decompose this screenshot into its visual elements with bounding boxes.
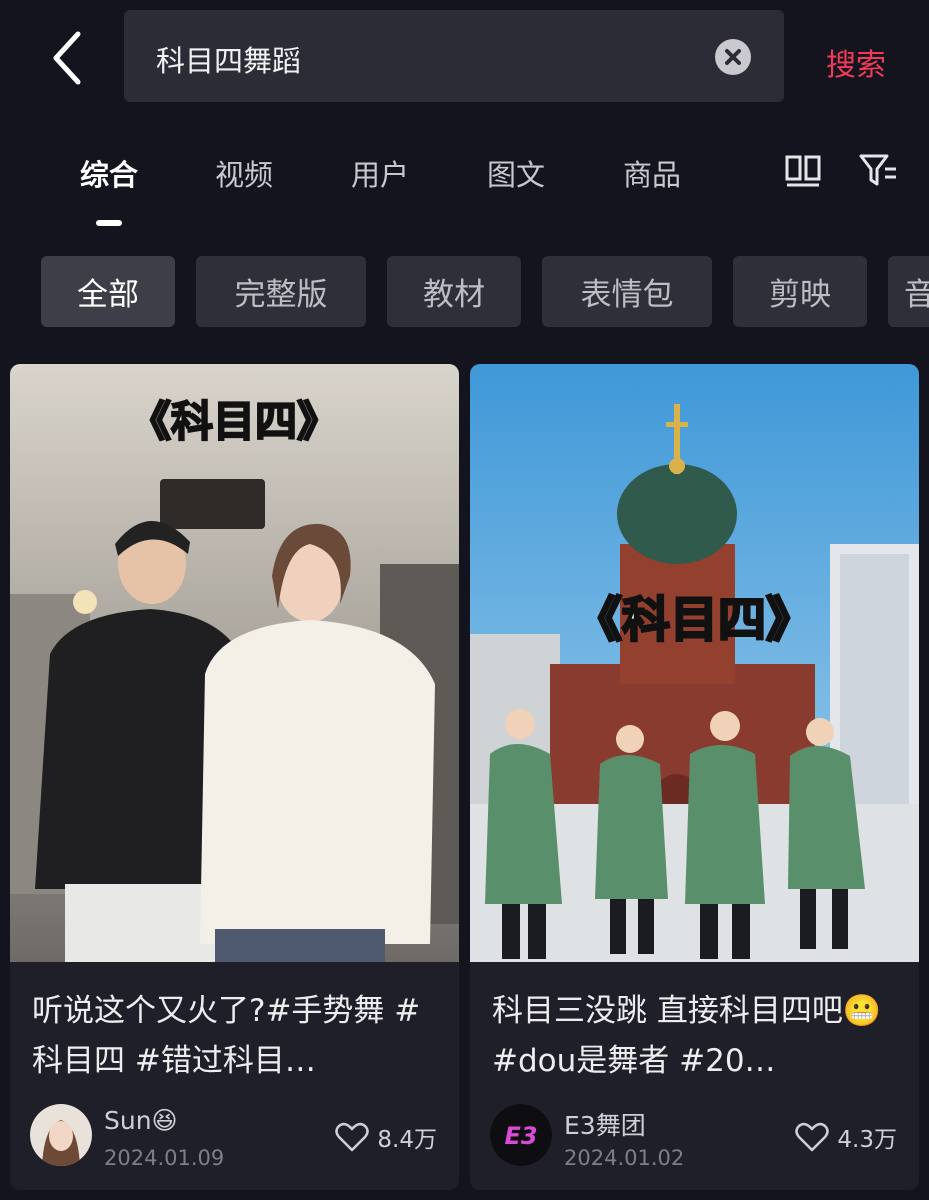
author-name[interactable]: E3舞团 — [564, 1106, 646, 1142]
like-count[interactable]: 8.4万 — [335, 1120, 437, 1154]
result-card[interactable]: 《科目四》 听说这个又火了?#手势舞 #科目四 #错过科目… Sun😆 2024… — [10, 364, 459, 1190]
avatar[interactable]: E3 — [490, 1104, 552, 1166]
post-date: 2024.01.02 — [564, 1146, 685, 1170]
like-count-value: 4.3万 — [837, 1127, 897, 1153]
video-thumbnail: 《科目四》 — [470, 364, 919, 962]
tab-images-text[interactable]: 图文 — [487, 152, 545, 194]
heart-icon — [335, 1122, 370, 1152]
search-input[interactable]: 科目四舞蹈 — [124, 10, 784, 102]
clear-icon[interactable] — [715, 39, 751, 75]
back-button[interactable] — [44, 30, 92, 86]
result-title: 科目三没跳 直接科目四吧😬 #dou是舞者 #20… — [492, 993, 882, 1079]
heart-icon — [795, 1122, 830, 1152]
chip-all[interactable]: 全部 — [41, 256, 175, 327]
tab-users[interactable]: 用户 — [351, 152, 409, 194]
chip-full-version[interactable]: 完整版 — [196, 256, 366, 327]
grid-layout-icon[interactable] — [784, 154, 822, 188]
tab-videos[interactable]: 视频 — [215, 152, 273, 194]
chip-music[interactable]: 音 — [888, 256, 929, 327]
filter-icon[interactable] — [858, 152, 898, 188]
result-card[interactable]: 《科目四》 科目三没跳 直接科目四吧😬 #dou是舞者 #20… E3 E3舞团… — [470, 364, 919, 1190]
post-date: 2024.01.09 — [104, 1146, 225, 1170]
like-count-value: 8.4万 — [377, 1127, 437, 1153]
tab-comprehensive[interactable]: 综合 — [80, 152, 138, 194]
chip-tutorial[interactable]: 教材 — [387, 256, 521, 327]
chip-stickers[interactable]: 表情包 — [542, 256, 712, 327]
author-name[interactable]: Sun😆 — [104, 1106, 178, 1135]
tab-products[interactable]: 商品 — [623, 152, 681, 194]
active-tab-indicator — [96, 220, 122, 226]
result-title: 听说这个又火了?#手势舞 #科目四 #错过科目… — [32, 993, 421, 1079]
search-query: 科目四舞蹈 — [156, 44, 302, 78]
search-button[interactable]: 搜索 — [826, 40, 886, 84]
chip-capcut[interactable]: 剪映 — [733, 256, 867, 327]
video-thumbnail: 《科目四》 — [10, 364, 459, 962]
overlay-title: 《科目四》 — [574, 592, 814, 648]
avatar[interactable] — [30, 1104, 92, 1166]
overlay-title: 《科目四》 — [129, 397, 339, 446]
chevron-left-icon — [53, 31, 81, 85]
like-count[interactable]: 4.3万 — [795, 1120, 897, 1154]
avatar-logo-text: E3 — [504, 1122, 537, 1150]
